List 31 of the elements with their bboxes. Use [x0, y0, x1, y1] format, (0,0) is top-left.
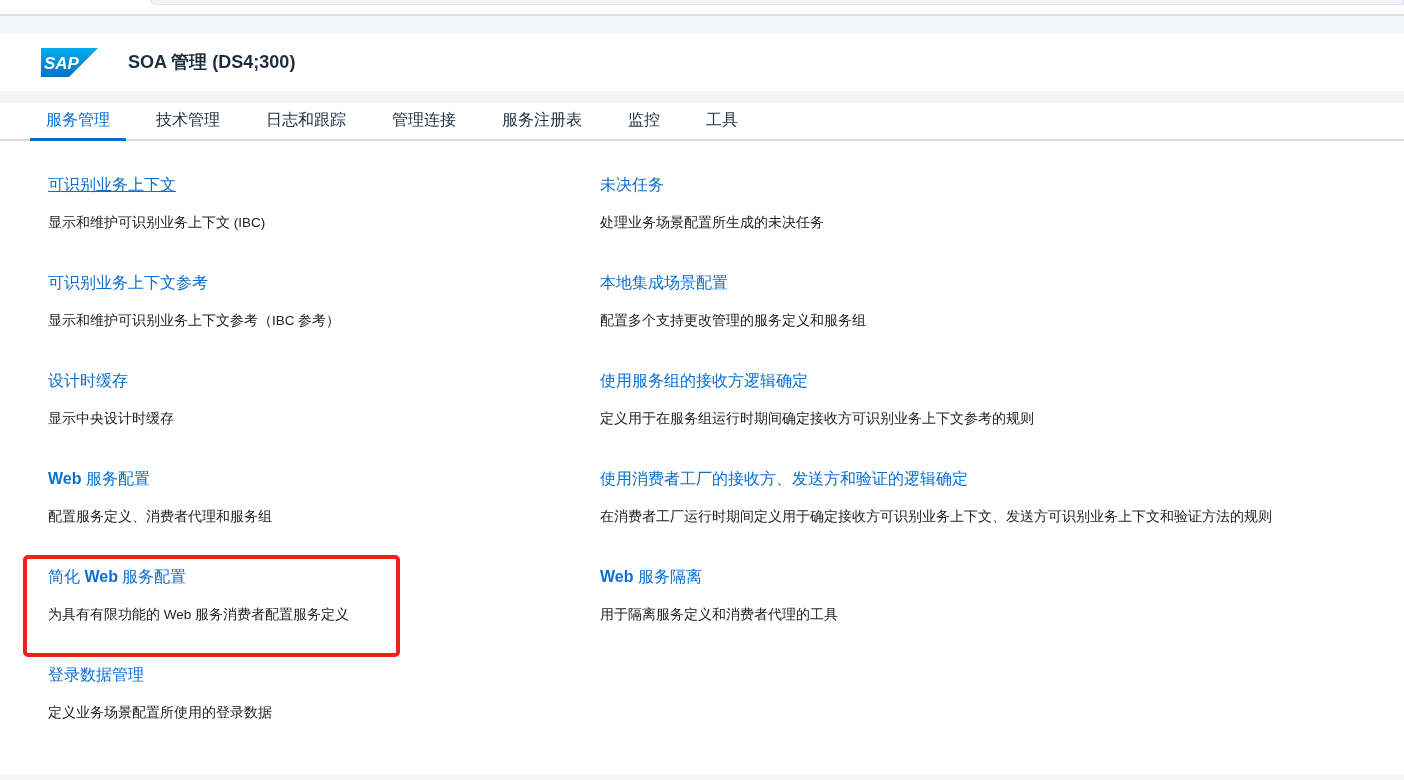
service-link[interactable]: 可识别业务上下文 — [48, 167, 176, 196]
service-link[interactable]: 使用消费者工厂的接收方、发送方和验证的逻辑确定 — [600, 461, 968, 490]
sap-logo: SAP — [41, 47, 98, 77]
nav-tab[interactable]: 服务注册表 — [486, 103, 598, 141]
nav-tab[interactable]: 监控 — [612, 103, 676, 141]
link-description: 定义用于在服务组运行时期间确定接收方可识别业务上下文参考的规则 — [600, 410, 1034, 428]
link-description: 为具有有限功能的 Web 服务消费者配置服务定义 — [48, 606, 349, 624]
nav-tab[interactable]: 日志和跟踪 — [250, 103, 362, 141]
service-link[interactable]: Web 服务配置 — [48, 461, 150, 490]
nav-tab[interactable]: 管理连接 — [376, 103, 472, 141]
service-link[interactable]: 简化 Web 服务配置 — [48, 559, 187, 588]
link-description: 配置服务定义、消费者代理和服务组 — [48, 508, 272, 526]
link-description: 用于隔离服务定义和消费者代理的工具 — [600, 606, 838, 624]
link-description: 显示和维护可识别业务上下文参考（IBC 参考） — [48, 312, 341, 330]
service-link[interactable]: 使用服务组的接收方逻辑确定 — [600, 363, 808, 392]
nav-tab[interactable]: 工具 — [690, 103, 754, 141]
service-link[interactable]: 本地集成场景配置 — [600, 265, 728, 294]
service-link[interactable]: 登录数据管理 — [48, 657, 144, 686]
nav-tab[interactable]: 技术管理 — [140, 103, 236, 141]
app-title: SOA 管理 (DS4;300) — [128, 51, 296, 74]
service-link[interactable]: 可识别业务上下文参考 — [48, 265, 208, 294]
link-description: 配置多个支持更改管理的服务定义和服务组 — [600, 312, 866, 330]
link-description: 在消费者工厂运行时期间定义用于确定接收方可识别业务上下文、发送方可识别业务上下文和验证方法的规则 — [600, 508, 1272, 526]
service-link[interactable]: 未决任务 — [600, 167, 664, 196]
nav-tab[interactable]: 服务管理 — [30, 103, 126, 141]
link-description: 定义业务场景配置所使用的登录数据 — [48, 704, 272, 722]
link-description: 显示中央设计时缓存 — [48, 410, 174, 428]
service-link[interactable]: Web 服务隔离 — [600, 559, 702, 588]
link-description: 显示和维护可识别业务上下文 (IBC) — [48, 214, 266, 232]
service-link[interactable]: 设计时缓存 — [48, 363, 128, 392]
link-description: 处理业务场景配置所生成的未决任务 — [600, 214, 824, 232]
